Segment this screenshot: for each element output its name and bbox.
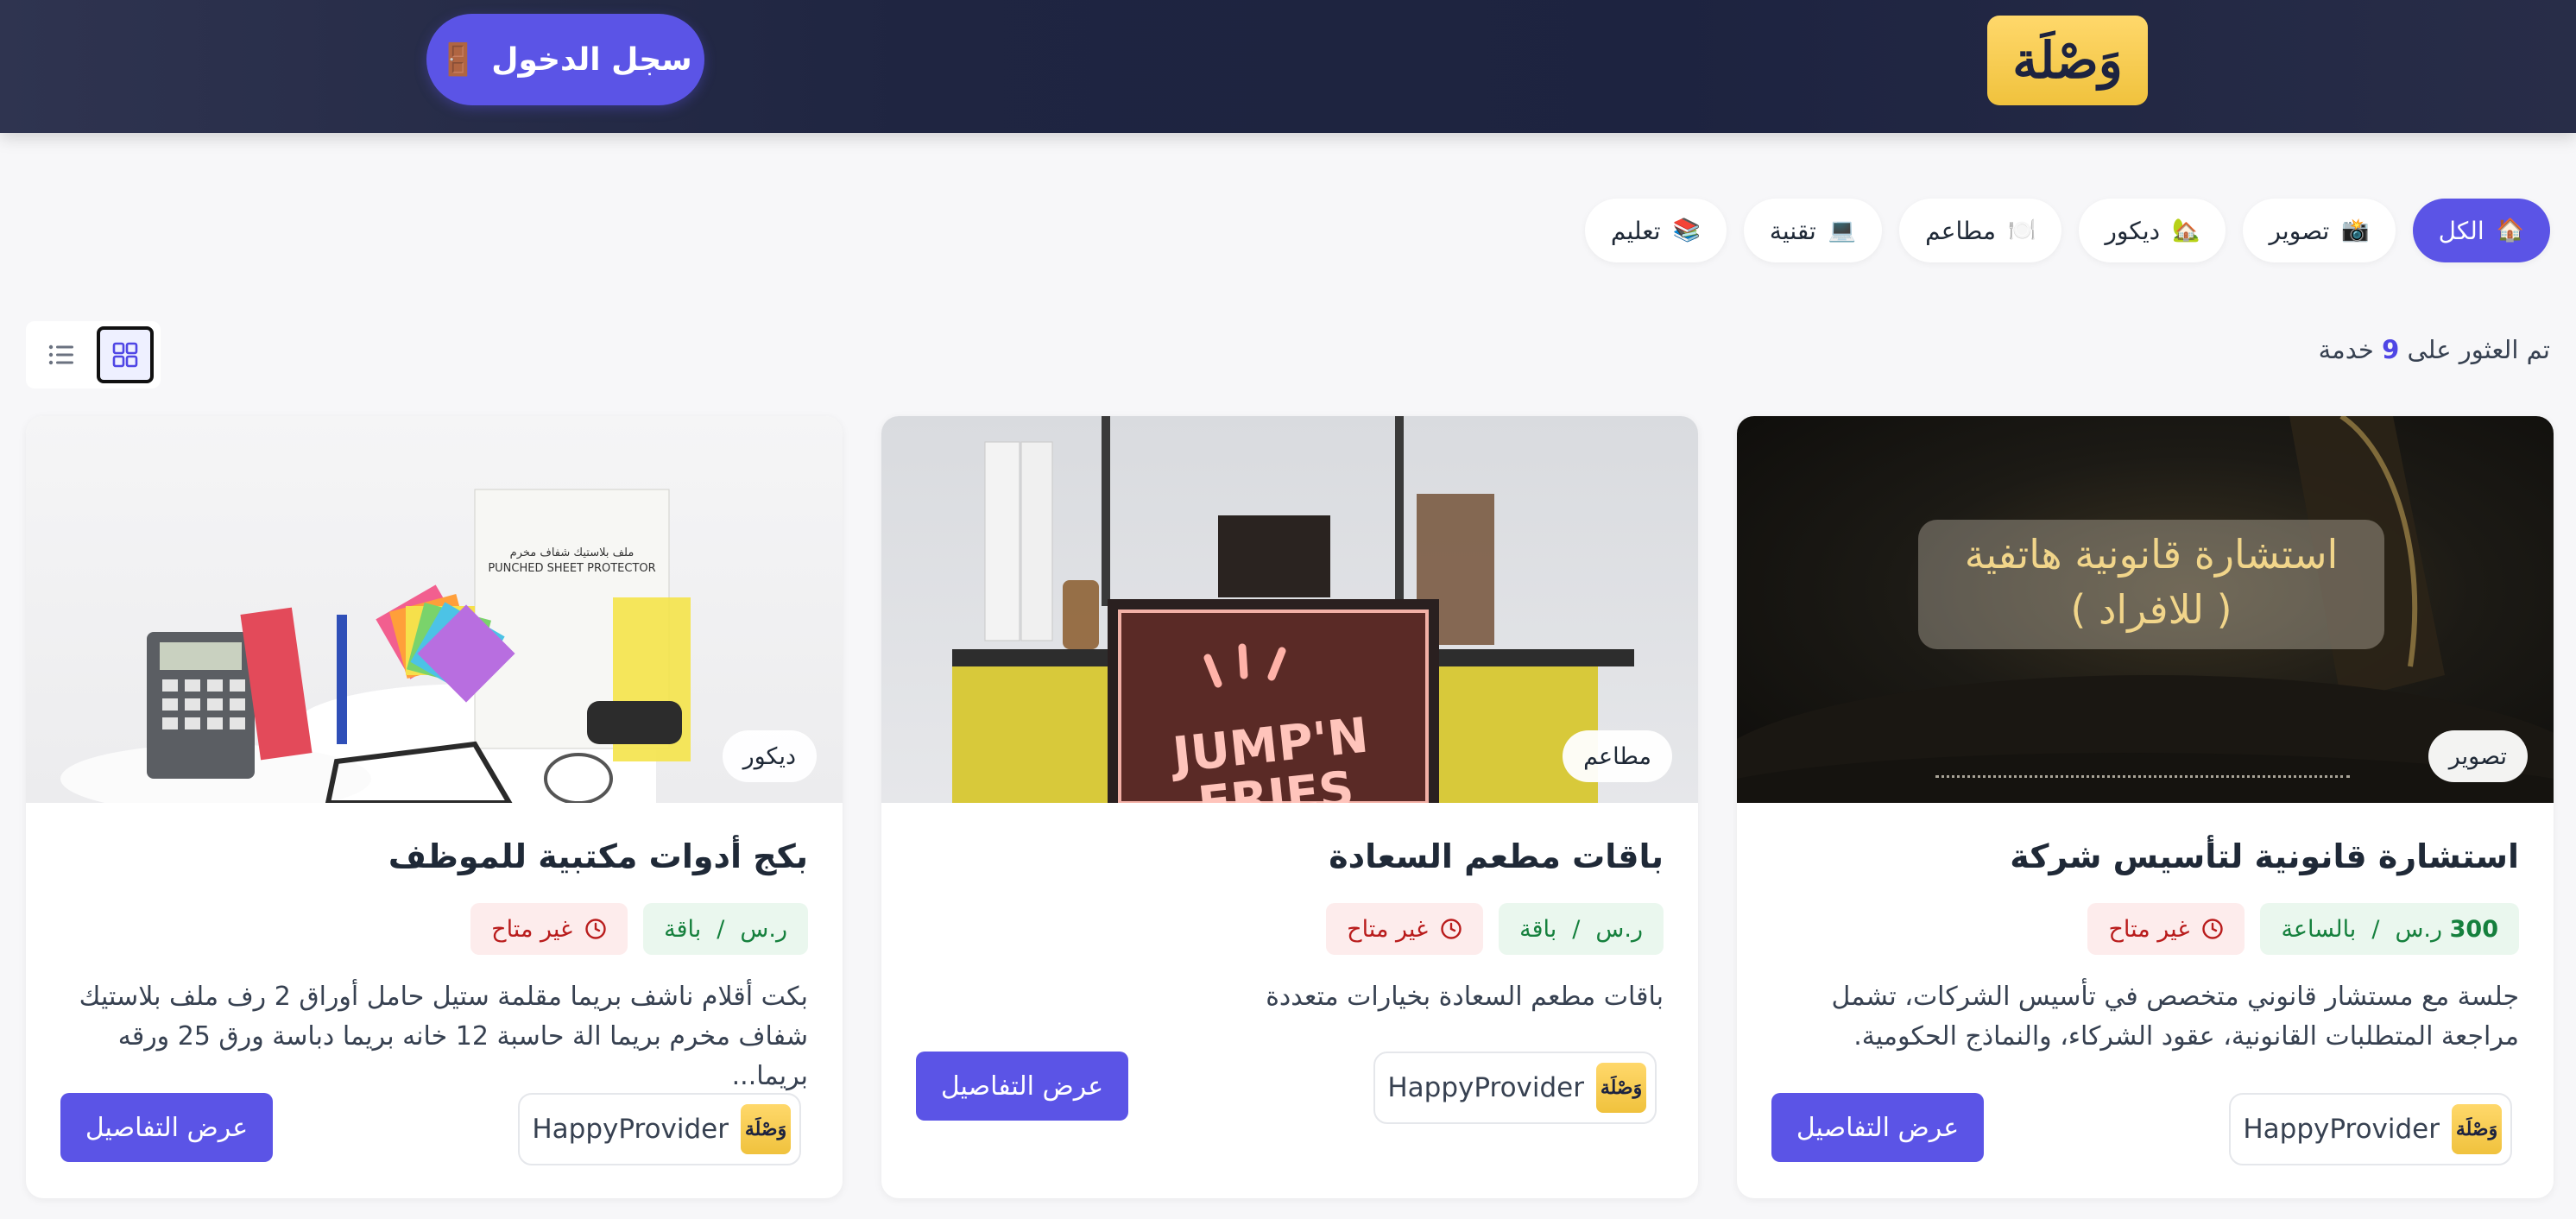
camera-icon: 📸 [2341,218,2370,243]
brand-logo[interactable]: وَصْلَة [1987,16,2148,105]
availability-text: غير متاح [491,915,573,943]
home-icon: 🏠 [2496,218,2524,243]
price-currency: ر.س [2395,915,2443,943]
grid-icon [112,342,138,368]
plate-icon: 🍽️ [2008,218,2036,243]
price-unit: باقة [1519,915,1557,943]
service-image: ملف بلاستيك شفاف مخرم PUNCHED SHEET PROT… [26,416,843,803]
price-separator: / [717,915,725,943]
image-caption-line2: ( للافراد ) [2070,586,2232,633]
category-chip-education[interactable]: 📚 تعليم [1584,199,1727,262]
price-currency: ر.س [1595,915,1643,943]
list-icon [48,344,73,365]
availability-text: غير متاح [1347,915,1429,943]
price-unit: بالساعة [2281,915,2357,943]
service-card[interactable]: JUMP'N FRIES مطاعم باقات مطعم السعادة ر.… [881,416,1698,1198]
provider-chip[interactable]: وَصْلَة HappyProvider [1373,1052,1657,1124]
clock-icon [1441,919,1462,939]
image-caption-line1: استشارة قانونية هاتفية [1964,531,2339,578]
category-label: تعليم [1610,216,1661,245]
service-description: بكت أقلام ناشف بريما مقلمة ستيل حامل أور… [79,982,808,1091]
category-label: تصوير [2269,216,2330,245]
clock-icon [585,919,606,939]
provider-name: HappyProvider [1387,1072,1584,1103]
provider-logo: وَصْلَة [2452,1104,2502,1154]
image-caption-line1: ملف بلاستيك شفاف مخرم [509,546,635,559]
price-pill: ر.س / باقة [1499,903,1664,955]
category-badge: مطاعم [1563,730,1672,782]
category-badge: تصوير [2428,730,2528,782]
availability-text: غير متاح [2108,915,2190,943]
price-row: ر.س / باقة غير متاح [470,903,808,955]
login-button[interactable]: سجل الدخول 🚪 [426,14,704,105]
house-icon: 🏡 [2172,218,2200,243]
view-details-button[interactable]: عرض التفاصيل [60,1093,273,1162]
category-chip-restaurants[interactable]: 🍽️ مطاعم [1899,199,2062,262]
price-row: 300 ر.س / بالساعة غير متاح [2087,903,2519,955]
login-label: سجل الدخول [491,41,692,78]
view-details-button[interactable]: عرض التفاصيل [1771,1093,1984,1162]
price-amount: 300 [2449,915,2498,943]
clock-icon [2202,919,2224,939]
results-number: 9 [2382,335,2400,364]
category-label: مطاعم [1925,216,1997,245]
price-unit: باقة [664,915,702,943]
door-icon: 🚪 [439,42,478,78]
category-label: تقنية [1769,216,1816,245]
grid-view-button[interactable] [97,326,154,383]
price-pill: ر.س / باقة [643,903,808,955]
view-details-button[interactable]: عرض التفاصيل [916,1052,1128,1121]
category-label: ديكور [2105,216,2161,245]
view-toggle [26,321,161,388]
office-supplies-illustration [60,489,691,803]
results-suffix: خدمة [2318,335,2374,364]
service-description: جلسة مع مستشار قانوني متخصص في تأسيس الش… [1831,982,2519,1052]
results-prefix: تم العثور على [2407,335,2550,364]
price-pill: 300 ر.س / بالساعة [2260,903,2519,955]
image-caption-line2: PUNCHED SHEET PROTECTOR [488,562,656,575]
price-currency: ر.س [740,915,787,943]
availability-badge: غير متاح [470,903,628,955]
laptop-icon: 💻 [1828,218,1857,243]
provider-logo: وَصْلَة [1596,1063,1646,1113]
service-title[interactable]: بكج أدوات مكتبية للموظف [388,837,808,875]
calligraphy-strip [1935,775,2350,796]
price-separator: / [1572,915,1581,943]
availability-badge: غير متاح [1326,903,1484,955]
category-chip-photography[interactable]: 📸 تصوير [2243,199,2396,262]
provider-chip[interactable]: وَصْلَة HappyProvider [518,1093,801,1165]
provider-logo: وَصْلَة [741,1104,791,1154]
category-label: الكل [2438,216,2484,245]
results-count: تم العثور على 9 خدمة [2319,335,2550,364]
service-card[interactable]: ملف بلاستيك شفاف مخرم PUNCHED SHEET PROT… [26,416,843,1198]
service-title[interactable]: باقات مطعم السعادة [1329,837,1664,875]
category-chip-decor[interactable]: 🏡 ديكور [2079,199,2226,262]
list-view-button[interactable] [33,326,90,383]
provider-name: HappyProvider [532,1114,729,1145]
category-badge: ديكور [722,730,817,782]
price-row: ر.س / باقة غير متاح [1326,903,1664,955]
price-separator: / [2371,915,2380,943]
category-chip-all[interactable]: 🏠 الكل [2412,199,2550,262]
logo-text: وَصْلَة [2012,31,2123,90]
books-icon: 📚 [1672,218,1701,243]
provider-chip[interactable]: وَصْلَة HappyProvider [2229,1093,2512,1165]
service-description: باقات مطعم السعادة بخيارات متعددة [1266,982,1664,1012]
service-card[interactable]: استشارة قانونية هاتفية ( للافراد ) تصوير… [1737,416,2554,1198]
category-filter-bar: 🏠 الكل 📸 تصوير 🏡 ديكور 🍽️ مطاعم 💻 تقنية … [1584,199,2550,262]
service-title[interactable]: استشارة قانونية لتأسيس شركة [2010,837,2519,875]
image-caption: ملف بلاستيك شفاف مخرم PUNCHED SHEET PROT… [475,546,669,577]
availability-badge: غير متاح [2087,903,2245,955]
top-header: وَصْلَة سجل الدخول 🚪 [0,0,2576,133]
category-chip-tech[interactable]: 💻 تقنية [1743,199,1883,262]
provider-name: HappyProvider [2243,1114,2440,1145]
